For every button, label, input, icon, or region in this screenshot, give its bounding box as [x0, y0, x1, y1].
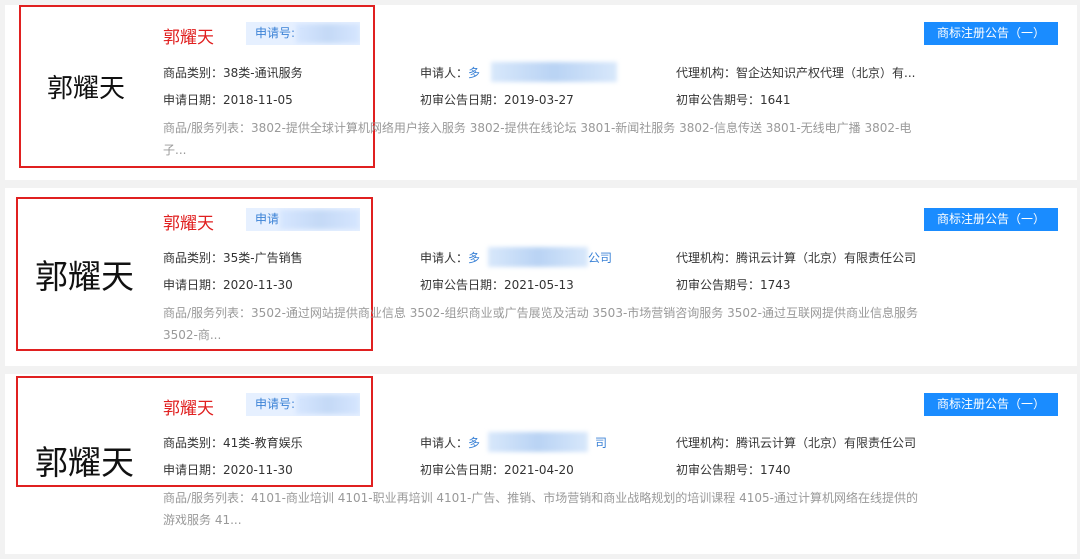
- trademark-card[interactable]: 郭耀天 郭耀天 申请号: 5 商标注册公告（一） 商品类别：41类-教育娱乐 申…: [5, 374, 1077, 554]
- applicant-label: 申请人：: [420, 66, 469, 80]
- applicant-suffix[interactable]: 公司: [588, 249, 612, 266]
- publication-date-label: 初审公告日期：: [420, 93, 505, 107]
- category-label: 商品类别：: [163, 251, 224, 265]
- trademark-card[interactable]: 郭耀天 郭耀天 申请 商标注册公告（一） 商品类别：35类-广告销售 申请人：多…: [5, 188, 1077, 366]
- publication-date-label: 初审公告日期：: [420, 278, 505, 292]
- publication-date-field: 初审公告日期：2021-04-20: [420, 461, 574, 478]
- registration-notice-button[interactable]: 商标注册公告（一）: [924, 393, 1058, 416]
- agency-label: 代理机构：: [676, 251, 737, 265]
- publication-issue-value: 1740: [760, 463, 791, 477]
- services-value: 3502-通过网站提供商业信息 3502-组织商业或广告展览及活动 3503-市…: [163, 306, 918, 342]
- publication-date-value: 2019-03-27: [504, 93, 574, 107]
- apply-date-label: 申请日期：: [163, 463, 224, 477]
- services-label: 商品/服务列表：: [163, 121, 252, 135]
- services-label: 商品/服务列表：: [163, 306, 252, 320]
- apply-date-value: 2018-11-05: [223, 93, 293, 107]
- publication-date-field: 初审公告日期：2021-05-13: [420, 276, 574, 293]
- application-number-label: 申请: [255, 212, 280, 226]
- redacted-applicant: [488, 247, 588, 267]
- category-field: 商品类别：41类-教育娱乐: [163, 434, 303, 451]
- services-list: 商品/服务列表：3802-提供全球计算机网络用户接入服务 3802-提供在线论坛…: [163, 117, 923, 161]
- category-field: 商品类别：38类-通讯服务: [163, 64, 303, 81]
- agency-field: 代理机构：腾讯云计算（北京）有限责任公司: [676, 249, 916, 266]
- services-value: 4101-商业培训 4101-职业再培训 4101-广告、推销、市场营销和商业战…: [163, 491, 918, 527]
- publication-issue-value: 1743: [760, 278, 791, 292]
- category-value: 38类-通讯服务: [223, 66, 303, 80]
- category-label: 商品类别：: [163, 66, 224, 80]
- apply-date-label: 申请日期：: [163, 278, 224, 292]
- agency-label: 代理机构：: [676, 436, 737, 450]
- redacted-applicant: [488, 432, 588, 452]
- publication-issue-field: 初审公告期号：1743: [676, 276, 791, 293]
- category-field: 商品类别：35类-广告销售: [163, 249, 303, 266]
- apply-date-value: 2020-11-30: [223, 463, 293, 477]
- agency-value: 智企达知识产权代理（北京）有...: [736, 66, 916, 80]
- apply-date-field: 申请日期：2020-11-30: [163, 276, 293, 293]
- agency-value: 腾讯云计算（北京）有限责任公司: [736, 251, 917, 265]
- redacted-number: [296, 24, 360, 43]
- trademark-name[interactable]: 郭耀天: [163, 23, 214, 48]
- services-list: 商品/服务列表：4101-商业培训 4101-职业再培训 4101-广告、推销、…: [163, 487, 923, 531]
- applicant-value[interactable]: 多: [468, 436, 480, 450]
- category-value: 41类-教育娱乐: [223, 436, 303, 450]
- publication-issue-field: 初审公告期号：1641: [676, 91, 791, 108]
- apply-date-value: 2020-11-30: [223, 278, 293, 292]
- applicant-field: 申请人：多: [420, 434, 480, 451]
- trademark-name[interactable]: 郭耀天: [163, 209, 214, 234]
- category-label: 商品类别：: [163, 436, 224, 450]
- agency-field: 代理机构：智企达知识产权代理（北京）有...: [676, 64, 915, 81]
- services-list: 商品/服务列表：3502-通过网站提供商业信息 3502-组织商业或广告展览及活…: [163, 302, 923, 346]
- applicant-value[interactable]: 多: [468, 66, 480, 80]
- publication-date-field: 初审公告日期：2019-03-27: [420, 91, 574, 108]
- applicant-label: 申请人：: [420, 251, 469, 265]
- apply-date-label: 申请日期：: [163, 93, 224, 107]
- apply-date-field: 申请日期：2020-11-30: [163, 461, 293, 478]
- application-number-badge: 申请号: 5: [246, 393, 360, 416]
- trademark-name[interactable]: 郭耀天: [163, 394, 214, 419]
- services-value: 3802-提供全球计算机网络用户接入服务 3802-提供在线论坛 3801-新闻…: [163, 121, 912, 157]
- publication-issue-field: 初审公告期号：1740: [676, 461, 791, 478]
- publication-date-value: 2021-04-20: [504, 463, 574, 477]
- trademark-card[interactable]: 郭耀天 郭耀天 申请号: 3 商标注册公告（一） 商品类别：38类-通讯服务 申…: [5, 5, 1077, 180]
- publication-issue-label: 初审公告期号：: [676, 278, 761, 292]
- agency-label: 代理机构：: [676, 66, 737, 80]
- publication-date-label: 初审公告日期：: [420, 463, 505, 477]
- redacted-applicant: [491, 62, 617, 82]
- registration-notice-button[interactable]: 商标注册公告（一）: [924, 208, 1058, 231]
- applicant-suffix[interactable]: 司: [595, 434, 607, 451]
- apply-date-field: 申请日期：2018-11-05: [163, 91, 293, 108]
- category-value: 35类-广告销售: [223, 251, 303, 265]
- applicant-field: 申请人：多: [420, 249, 480, 266]
- publication-issue-label: 初审公告期号：: [676, 463, 761, 477]
- applicant-field: 申请人：多: [420, 64, 480, 81]
- redacted-number: [280, 210, 360, 229]
- application-number-badge: 申请: [246, 208, 360, 231]
- publication-date-value: 2021-05-13: [504, 278, 574, 292]
- publication-issue-value: 1641: [760, 93, 791, 107]
- registration-notice-button[interactable]: 商标注册公告（一）: [924, 22, 1058, 45]
- redacted-number: [296, 395, 360, 414]
- agency-field: 代理机构：腾讯云计算（北京）有限责任公司: [676, 434, 916, 451]
- publication-issue-label: 初审公告期号：: [676, 93, 761, 107]
- application-number-badge: 申请号: 3: [246, 22, 360, 45]
- applicant-label: 申请人：: [420, 436, 469, 450]
- services-label: 商品/服务列表：: [163, 491, 252, 505]
- agency-value: 腾讯云计算（北京）有限责任公司: [736, 436, 917, 450]
- applicant-value[interactable]: 多: [468, 251, 480, 265]
